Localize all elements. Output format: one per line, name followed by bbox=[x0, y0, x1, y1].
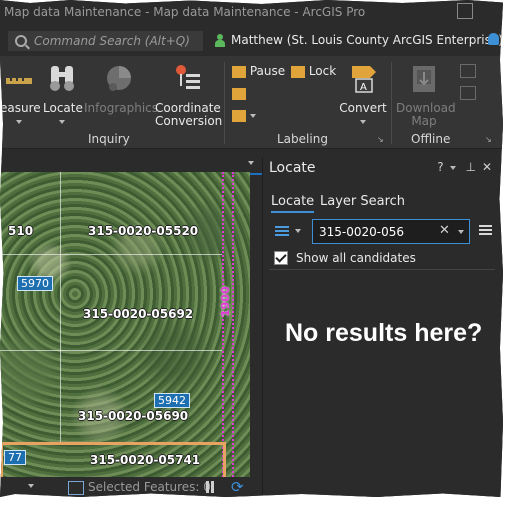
notification-icon[interactable] bbox=[488, 33, 499, 45]
address-label: 5942 bbox=[154, 393, 190, 408]
coordinate-conversion-label-2: Conversion bbox=[155, 114, 223, 128]
ribbon-divider bbox=[391, 62, 392, 144]
parcel-label: 315-0020-05520 bbox=[88, 224, 199, 238]
coordinate-conversion-button[interactable]: Coordinate Conversion bbox=[155, 62, 223, 128]
command-search-input[interactable]: Command Search (Alt+Q) bbox=[8, 31, 203, 51]
parcel-boundary bbox=[60, 172, 61, 442]
help-icon[interactable]: ? bbox=[437, 160, 449, 174]
selected-features-count: Selected Features: 0 bbox=[88, 480, 211, 494]
pane-options-icon[interactable] bbox=[449, 165, 456, 170]
parcel-boundary bbox=[0, 350, 222, 351]
clear-labels-button[interactable] bbox=[232, 86, 246, 100]
user-name: Matthew (St. Louis County ArcGIS Enterpr… bbox=[231, 33, 503, 47]
address-label: 77 bbox=[4, 450, 26, 465]
menu-icon[interactable] bbox=[479, 224, 492, 237]
selection-icon bbox=[68, 481, 84, 495]
map-view[interactable]: 1900 510 315-0020-05520 315-0020-05692 3… bbox=[0, 172, 250, 477]
sync-icon[interactable] bbox=[460, 64, 476, 78]
chevron-down-icon bbox=[59, 119, 65, 124]
annotation-text: No results here? bbox=[285, 319, 483, 347]
chevron-down-icon bbox=[16, 119, 22, 124]
measure-label: easure bbox=[0, 101, 41, 115]
binoculars-icon bbox=[50, 66, 74, 91]
parcel-label: 315-0020-05690 bbox=[78, 409, 189, 423]
locate-search-input[interactable] bbox=[317, 223, 439, 241]
dialog-launcher-icon[interactable]: ↘ bbox=[377, 135, 384, 144]
measure-icon bbox=[6, 78, 32, 84]
infographics-icon bbox=[107, 66, 131, 91]
locator-settings-icon[interactable] bbox=[275, 225, 289, 237]
download-map-button[interactable]: Download Map bbox=[396, 62, 456, 128]
offline-group-label: Offline bbox=[411, 132, 451, 146]
pause-labeling-button[interactable]: Pause bbox=[232, 64, 285, 78]
pin-icon[interactable]: ⊥ bbox=[465, 160, 481, 174]
download-map-label-2: Map bbox=[411, 114, 437, 128]
ribbon-divider bbox=[224, 62, 225, 144]
svg-text:A: A bbox=[360, 82, 367, 93]
measure-button[interactable]: easure bbox=[0, 62, 41, 128]
lock-labeling-button[interactable]: Lock bbox=[291, 64, 336, 78]
user-icon bbox=[215, 34, 225, 47]
pane-controls: ? ⊥✕ bbox=[437, 160, 498, 174]
download-map-icon bbox=[413, 66, 435, 92]
chevron-down-icon bbox=[360, 119, 366, 124]
convert-button[interactable]: A Convert bbox=[339, 62, 387, 128]
show-all-candidates-label: Show all candidates bbox=[296, 251, 416, 265]
chevron-down-icon[interactable] bbox=[295, 229, 301, 233]
pause-label-icon bbox=[232, 65, 246, 78]
inquiry-group-label: Inquiry bbox=[88, 132, 130, 146]
pause-label: Pause bbox=[249, 64, 286, 78]
command-row: Command Search (Alt+Q) Matthew (St. Loui… bbox=[0, 27, 503, 55]
locate-pane: Locate ? ⊥✕ Locate Layer Search ✕ Show a… bbox=[262, 157, 503, 497]
locate-label: Locate bbox=[43, 101, 83, 115]
command-search-placeholder: Command Search (Alt+Q) bbox=[34, 34, 190, 48]
locate-search-field[interactable]: ✕ bbox=[312, 219, 470, 244]
chevron-down-icon[interactable] bbox=[248, 161, 254, 165]
status-bar: Selected Features: 0 ⟳ bbox=[0, 477, 262, 497]
convert-labels-icon: A bbox=[352, 66, 376, 93]
pencil-icon bbox=[232, 109, 246, 122]
chevron-down-icon bbox=[249, 113, 256, 118]
restore-window-button[interactable] bbox=[457, 3, 473, 19]
chevron-down-icon[interactable] bbox=[28, 484, 34, 488]
parcel-label: 510 bbox=[8, 224, 34, 238]
label-delete-icon bbox=[232, 87, 246, 100]
infographics-label: Infographics bbox=[84, 101, 159, 115]
dialog-launcher-icon[interactable]: ↘ bbox=[485, 135, 492, 144]
search-icon bbox=[15, 35, 27, 47]
locate-button[interactable]: Locate bbox=[43, 62, 83, 128]
show-all-candidates-checkbox[interactable] bbox=[274, 251, 288, 265]
lock-label: Lock bbox=[308, 64, 337, 78]
clear-icon[interactable]: ✕ bbox=[439, 223, 450, 238]
address-label: 5970 bbox=[17, 276, 53, 291]
parcel-label: 315-0020-05692 bbox=[83, 307, 194, 321]
divider bbox=[269, 269, 495, 270]
window-title: Map data Maintenance - Map data Maintena… bbox=[4, 5, 366, 19]
road-line bbox=[222, 172, 234, 477]
coordinate-conversion-icon bbox=[176, 65, 200, 89]
chevron-down-icon[interactable] bbox=[458, 230, 464, 234]
lock-label-icon bbox=[291, 65, 305, 78]
pause-drawing-button[interactable] bbox=[206, 481, 209, 493]
user-menu[interactable]: Matthew (St. Louis County ArcGIS Enterpr… bbox=[231, 33, 503, 47]
tab-layer-search[interactable]: Layer Search bbox=[320, 194, 405, 209]
title-bar: Map data Maintenance - Map data Maintena… bbox=[0, 0, 503, 26]
close-icon[interactable]: ✕ bbox=[482, 160, 498, 174]
remove-offline-icon[interactable] bbox=[460, 86, 476, 100]
edit-label-button[interactable] bbox=[232, 108, 256, 122]
ribbon: easure Locate Infographics Coordinate Co… bbox=[0, 56, 503, 149]
pane-title: Locate bbox=[269, 160, 316, 176]
infographics-button[interactable]: Infographics bbox=[84, 62, 159, 115]
road-label: 1900 bbox=[219, 286, 232, 317]
parcel-boundary bbox=[0, 254, 222, 255]
app-window: Map data Maintenance - Map data Maintena… bbox=[0, 0, 503, 497]
parcel-label: 315-0020-05741 bbox=[90, 453, 201, 467]
tab-locate[interactable]: Locate bbox=[271, 194, 315, 213]
refresh-icon[interactable]: ⟳ bbox=[231, 478, 244, 496]
convert-label: Convert bbox=[339, 101, 387, 115]
labeling-group-label: Labeling bbox=[277, 132, 328, 146]
